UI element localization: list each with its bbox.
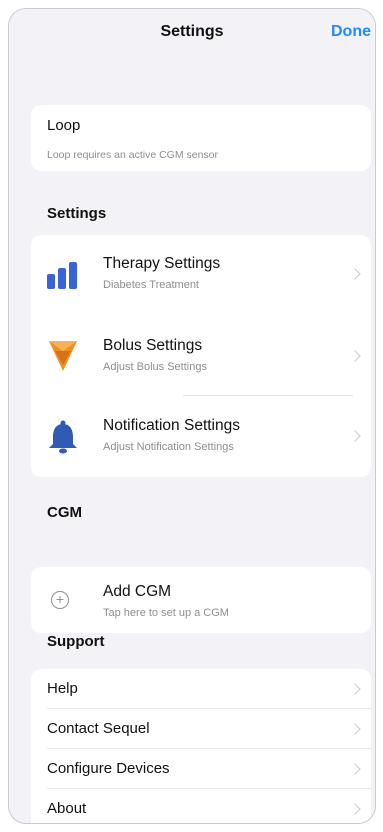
chevron-right-icon (349, 723, 361, 735)
chevron-right-icon (349, 763, 361, 775)
therapy-bars-icon (45, 257, 81, 293)
about-label: About (47, 800, 87, 817)
add-circle-icon: + (51, 591, 69, 609)
configure-devices-row[interactable]: Configure Devices (31, 749, 371, 789)
contact-sequel-row[interactable]: Contact Sequel (31, 709, 371, 749)
notification-settings-title: Notification Settings (103, 417, 240, 434)
row-divider (183, 395, 353, 396)
contact-sequel-label: Contact Sequel (47, 720, 150, 737)
configure-devices-label: Configure Devices (47, 760, 170, 777)
chevron-right-icon (349, 268, 361, 280)
loop-card: Loop Loop requires an active CGM sensor (31, 105, 371, 171)
navigation-bar: Settings Done (9, 9, 375, 57)
help-label: Help (47, 680, 78, 697)
chevron-right-icon (349, 803, 361, 815)
bolus-icon (45, 339, 81, 375)
settings-card: Therapy Settings Diabetes Treatment Bolu… (31, 235, 371, 477)
support-card: Help Contact Sequel Configure Devices Ab… (31, 669, 371, 823)
about-row[interactable]: About (31, 789, 371, 823)
add-cgm-subtitle: Tap here to set up a CGM (103, 607, 229, 619)
chevron-right-icon (349, 350, 361, 362)
therapy-settings-title: Therapy Settings (103, 255, 221, 272)
add-cgm-row[interactable]: + Add CGM Tap here to set up a CGM (31, 567, 371, 633)
add-cgm-title: Add CGM (103, 583, 172, 600)
settings-section-title: Settings (47, 205, 107, 222)
notification-settings-subtitle: Adjust Notification Settings (103, 441, 234, 453)
loop-toggle-label[interactable]: Loop (47, 117, 80, 134)
help-row[interactable]: Help (31, 669, 371, 709)
loop-requirement-note: Loop requires an active CGM sensor (47, 149, 218, 161)
chevron-right-icon (349, 683, 361, 695)
cgm-section-title: CGM (47, 504, 82, 521)
therapy-settings-subtitle: Diabetes Treatment (103, 279, 199, 291)
page-title: Settings (160, 23, 224, 40)
bolus-settings-subtitle: Adjust Bolus Settings (103, 361, 207, 373)
therapy-settings-row[interactable]: Therapy Settings Diabetes Treatment (31, 235, 371, 315)
chevron-right-icon (349, 430, 361, 442)
settings-screen: Settings Done Loop Loop requires an acti… (8, 8, 376, 824)
done-button[interactable]: Done (331, 23, 371, 41)
support-section-title: Support (47, 633, 105, 650)
bolus-settings-row[interactable]: Bolus Settings Adjust Bolus Settings (31, 317, 371, 397)
bell-icon (45, 419, 81, 455)
bolus-settings-title: Bolus Settings (103, 337, 203, 354)
notification-settings-row[interactable]: Notification Settings Adjust Notificatio… (31, 397, 371, 477)
